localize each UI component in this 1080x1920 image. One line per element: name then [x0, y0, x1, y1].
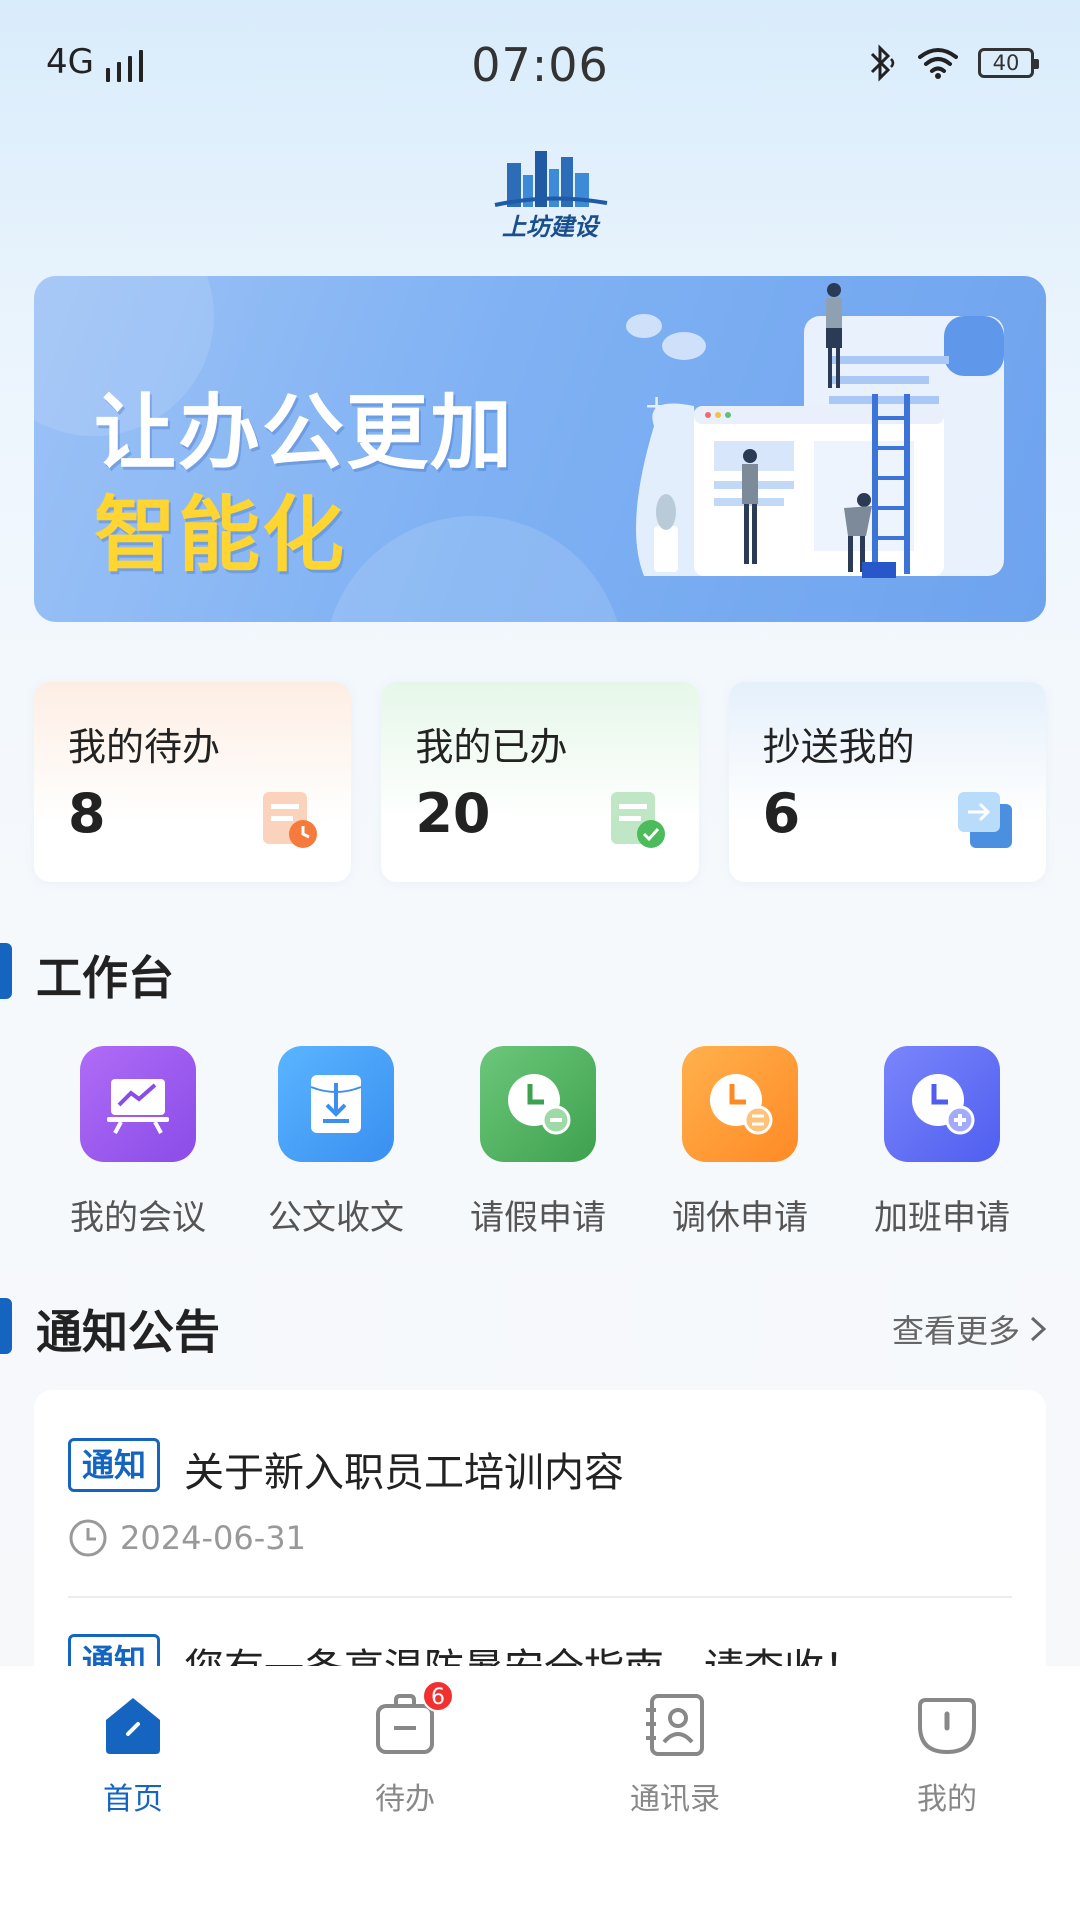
office-illustration: + +: [626, 283, 1004, 578]
logo-lettering: 上坊建设: [502, 212, 598, 241]
notices-title: 通知公告: [36, 1305, 220, 1359]
workbench-item-overtime[interactable]: 加班申请: [847, 1046, 1037, 1239]
stat-value: 8: [68, 782, 106, 845]
notice-date: 2024-06-31: [68, 1518, 306, 1558]
workbench-item-shift[interactable]: 调休申请: [645, 1046, 835, 1239]
nav-contacts[interactable]: 通讯录: [575, 1690, 775, 1818]
forward-icon: [957, 792, 1012, 848]
workbench-item-meeting[interactable]: 我的会议: [43, 1046, 233, 1239]
nav-label: 我的: [917, 1782, 977, 1817]
stat-label: 我的已办: [415, 725, 568, 769]
chevron-right-icon: [1030, 1316, 1047, 1342]
notice-date-text: 2024-06-31: [120, 1519, 306, 1557]
view-more-link[interactable]: 查看更多: [892, 1306, 1048, 1352]
notice-list: 通知 关于新入职员工培训内容 2024-06-31 通知 您有一条高温防暑安全指…: [34, 1390, 1046, 1690]
workbench-label: 公文收文: [268, 1198, 404, 1238]
wifi-icon: [918, 48, 958, 79]
company-logo: 上坊建设: [485, 145, 615, 245]
divider: [68, 1596, 1012, 1598]
section-accent: [0, 1298, 12, 1354]
stat-card-cc[interactable]: 抄送我的 6: [728, 682, 1046, 882]
section-accent: [0, 943, 12, 999]
workbench-label: 我的会议: [70, 1198, 206, 1238]
workbench-label: 请假申请: [470, 1198, 606, 1238]
contacts-icon: [640, 1690, 710, 1760]
workbench-grid: 我的会议 公文收文 请假申请 调休申请 加班申请: [0, 1046, 1080, 1239]
workbench-item-leave[interactable]: 请假申请: [443, 1046, 633, 1239]
workbench-title: 工作台: [36, 951, 174, 1005]
nav-todo[interactable]: 6 待办: [305, 1680, 505, 1818]
home-icon: [98, 1690, 168, 1760]
status-icons: 40: [864, 44, 1039, 82]
workbench-item-document[interactable]: 公文收文: [241, 1046, 431, 1239]
meeting-icon: [80, 1046, 196, 1162]
leave-clock-icon: [480, 1046, 596, 1162]
view-more-label: 查看更多: [891, 1312, 1020, 1350]
todo-badge: 6: [422, 1680, 454, 1712]
nav-label: 待办: [375, 1782, 435, 1817]
bottom-nav: 首页 6 待办 通讯录 我的: [0, 1666, 1080, 1920]
status-bar: 4G 07:06 40: [0, 0, 1080, 130]
stat-label: 我的待办: [68, 725, 221, 769]
shift-clock-icon: [682, 1046, 798, 1162]
bluetooth-icon: [870, 44, 895, 82]
nav-label: 通讯录: [630, 1782, 720, 1817]
workbench-label: 加班申请: [874, 1198, 1010, 1238]
stat-card-todo[interactable]: 我的待办 8: [34, 682, 352, 882]
workbench-label: 调休申请: [672, 1198, 808, 1238]
notice-tag: 通知: [68, 1438, 160, 1492]
stat-label: 抄送我的: [762, 725, 915, 769]
banner-highlight: 智能化: [94, 488, 347, 583]
battery-icon: 40: [978, 48, 1039, 78]
profile-icon: [912, 1690, 982, 1760]
pending-document-icon: [263, 792, 318, 848]
clock-icon: [69, 1519, 107, 1557]
notice-title: 关于新入职员工培训内容: [184, 1450, 624, 1496]
stat-card-done[interactable]: 我的已办 20: [381, 682, 699, 882]
notice-item[interactable]: 通知 关于新入职员工培训内容 2024-06-31: [68, 1438, 1012, 1578]
overtime-clock-icon: [884, 1046, 1000, 1162]
nav-profile[interactable]: 我的: [847, 1690, 1047, 1818]
document-receive-icon: [278, 1046, 394, 1162]
done-document-icon: [610, 792, 665, 848]
stat-value: 20: [415, 782, 491, 845]
promo-banner[interactable]: 让办公更加 智能化 + +: [34, 276, 1046, 622]
stat-cards: 我的待办 8 我的已办 20 抄送我的 6: [34, 682, 1046, 882]
nav-home[interactable]: 首页: [33, 1690, 233, 1818]
nav-label: 首页: [103, 1782, 163, 1817]
todo-briefcase-icon: 6: [370, 1680, 454, 1760]
stat-value: 6: [762, 782, 801, 845]
